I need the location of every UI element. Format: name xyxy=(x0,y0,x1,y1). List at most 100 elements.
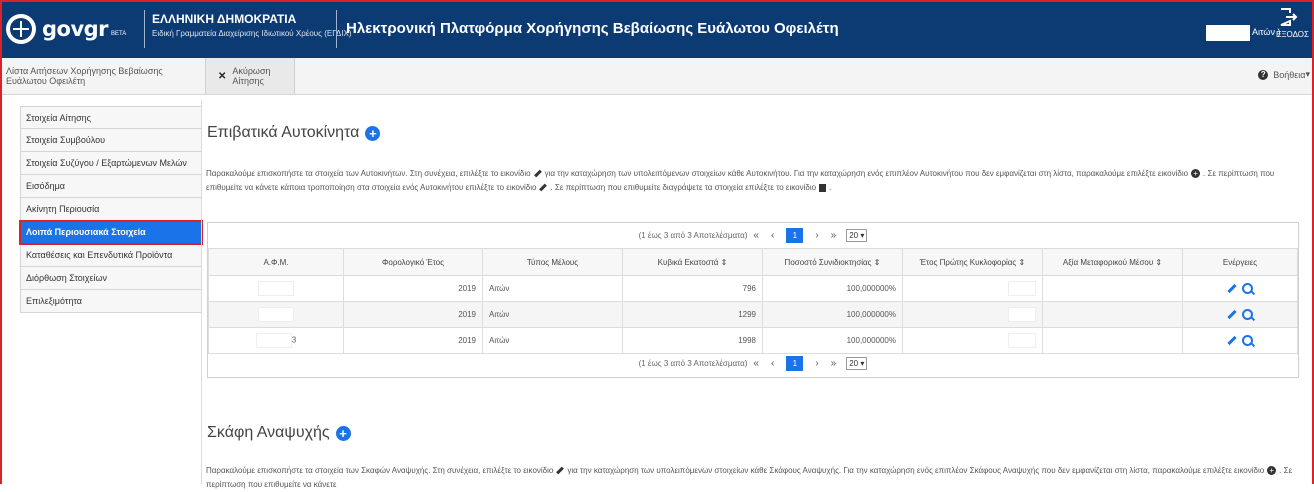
prev-page-button[interactable]: ‹ xyxy=(771,358,774,369)
per-page-value: 20 xyxy=(849,231,859,240)
cc-cell: 1998 xyxy=(622,327,763,354)
desc-text: για την καταχώρηση των υπολειπόμενων στο… xyxy=(544,169,1189,178)
redacted-value xyxy=(258,307,294,322)
desc-text: Παρακαλούμε επισκοπήστε τα στοιχεία των … xyxy=(206,466,554,475)
column-header: Ενέργειες xyxy=(1182,248,1298,276)
first-page-button[interactable]: « xyxy=(753,230,759,241)
value-cell xyxy=(1042,301,1183,328)
next-page-button[interactable]: › xyxy=(815,358,818,369)
edit-icon[interactable] xyxy=(1227,335,1237,346)
cars-description: Παρακαλούμε επισκοπήστε τα στοιχεία των … xyxy=(206,167,1306,195)
content-divider xyxy=(201,100,202,484)
member-cell: Αιτών xyxy=(482,327,623,354)
tab-cancel-application[interactable]: ✕ Ακύρωση Αίτησης xyxy=(205,58,295,94)
cc-cell: 1299 xyxy=(622,301,763,328)
govgr-logo[interactable]: govgr BETA xyxy=(6,10,126,48)
sidebar-item-spouse[interactable]: Στοιχεία Συζύγου / Εξαρτώμενων Μελών xyxy=(20,152,202,175)
cars-grid: Α.Φ.Μ. Φορολογικό Έτος Τύπος Μέλους Κυβι… xyxy=(208,248,1298,354)
sidebar-item-eligibility[interactable]: Επιλεξιμότητα xyxy=(20,290,202,313)
pager-text: (1 έως 3 από 3 Αποτελέσματα) xyxy=(638,231,748,240)
prev-page-button[interactable]: ‹ xyxy=(771,230,774,241)
last-page-button[interactable]: » xyxy=(831,230,837,241)
per-page-select[interactable]: 20 ▾ xyxy=(846,357,868,370)
redacted-value xyxy=(255,333,292,348)
column-header[interactable]: Κυβικά Εκατοστά ⇕ xyxy=(622,248,763,276)
user-name-redacted xyxy=(1206,25,1250,41)
close-icon[interactable]: ✕ xyxy=(218,71,226,82)
add-car-icon[interactable]: + xyxy=(365,125,381,141)
sidebar-item-income[interactable]: Εισόδημα xyxy=(20,175,202,198)
pager-text: (1 έως 3 από 3 Αποτελέσματα) xyxy=(638,359,748,368)
column-header[interactable]: Έτος Πρώτης Κυκλοφορίας ⇕ xyxy=(902,248,1043,276)
search-icon[interactable] xyxy=(1242,309,1253,320)
pencil-icon xyxy=(533,170,542,178)
afm-value: 3 xyxy=(291,335,297,345)
column-header: Α.Φ.Μ. xyxy=(208,248,344,276)
caret-down-icon: ▾ xyxy=(1305,69,1310,79)
desc-text: . Σε περίπτωση που επιθυμείτε διαγράψετε… xyxy=(550,183,817,192)
share-cell: 100,000000% xyxy=(762,275,903,302)
member-cell: Αιτών xyxy=(482,275,623,302)
redacted-value xyxy=(1008,307,1036,322)
last-page-button[interactable]: » xyxy=(831,358,837,369)
exit-label[interactable]: ΕΞΟΔΟΣ xyxy=(1276,30,1309,39)
plus-icon: + xyxy=(1191,169,1201,179)
edit-icon[interactable] xyxy=(1227,283,1237,294)
help-label: Βοήθεια xyxy=(1273,69,1306,80)
first-page-button[interactable]: « xyxy=(753,358,759,369)
help-menu[interactable]: ? Βοήθεια ▾ xyxy=(1258,69,1310,80)
share-cell: 100,000000% xyxy=(762,327,903,354)
edit-icon[interactable] xyxy=(1227,309,1237,320)
column-header[interactable]: Ποσοστό Συνιδιοκτησίας ⇕ xyxy=(762,248,903,276)
desc-text: Παρακαλούμε επισκοπήστε τα στοιχεία των … xyxy=(206,169,531,178)
table-row: 2019 Αιτών 796 100,000000% xyxy=(208,275,1298,302)
cars-section-title: Επιβατικά Αυτοκίνητα + xyxy=(207,124,381,142)
sidebar-item-real-estate[interactable]: Ακίνητη Περιουσία xyxy=(20,198,202,221)
sidebar-item-advisor[interactable]: Στοιχεία Συμβούλου xyxy=(20,129,202,152)
column-header[interactable]: Αξία Μεταφορικού Μέσου ⇕ xyxy=(1042,248,1183,276)
per-page-select[interactable]: 20 ▾ xyxy=(846,229,868,242)
search-icon[interactable] xyxy=(1242,283,1253,294)
republic-block: ΕΛΛΗΝΙΚΗ ΔΗΜΟΚΡΑΤΙΑ Ειδική Γραμματεία Δι… xyxy=(152,12,352,38)
page-button[interactable]: 1 xyxy=(786,228,804,243)
first-year-cell xyxy=(902,275,1043,302)
search-icon[interactable] xyxy=(1242,335,1253,346)
afm-cell xyxy=(208,275,344,302)
per-page-value: 20 xyxy=(849,359,859,368)
table-row: 2019 Αιτών 1299 100,000000% xyxy=(208,301,1298,328)
table-row: 3 2019 Αιτών 1998 100,000000% xyxy=(208,327,1298,354)
sidebar: Στοιχεία Αίτησης Στοιχεία Συμβούλου Στοι… xyxy=(19,106,203,313)
next-page-button[interactable]: › xyxy=(815,230,818,241)
republic-title: ΕΛΛΗΝΙΚΗ ΔΗΜΟΚΡΑΤΙΑ xyxy=(152,12,297,26)
sidebar-item-corrections[interactable]: Διόρθωση Στοιχείων xyxy=(20,267,202,290)
logo-text: govgr xyxy=(42,17,109,41)
trash-icon xyxy=(819,183,827,192)
sidebar-item-application[interactable]: Στοιχεία Αίτησης xyxy=(20,106,202,129)
sidebar-item-deposits[interactable]: Καταθέσεις και Επενδυτικά Προϊόντα xyxy=(20,244,202,267)
share-cell: 100,000000% xyxy=(762,301,903,328)
help-icon: ? xyxy=(1258,69,1269,80)
column-header[interactable]: Φορολογικό Έτος xyxy=(343,248,483,276)
top-header: govgr BETA ΕΛΛΗΝΙΚΗ ΔΗΜΟΚΡΑΤΙΑ Ειδική Γρ… xyxy=(0,0,1314,58)
tabs-bar: Λίστα Αιτήσεων Χορήγησης Βεβαίωσης Ευάλω… xyxy=(0,58,1314,95)
column-header[interactable]: Τύπος Μέλους xyxy=(482,248,623,276)
desc-text: για την καταχώρηση των υπολειπόμενων στο… xyxy=(567,466,1265,475)
cc-cell: 796 xyxy=(622,275,763,302)
exit-icon[interactable] xyxy=(1278,7,1298,27)
cars-title: Επιβατικά Αυτοκίνητα xyxy=(207,124,360,141)
plus-icon: + xyxy=(1267,466,1277,476)
header-divider xyxy=(336,10,337,48)
boats-section-title: Σκάφη Αναψυχής + xyxy=(207,424,351,442)
tab-applications-list[interactable]: Λίστα Αιτήσεων Χορήγησης Βεβαίωσης Ευάλω… xyxy=(0,58,205,94)
sidebar-item-other-assets[interactable]: Λοιπά Περιουσιακά Στοιχεία xyxy=(19,220,203,245)
cars-table: (1 έως 3 από 3 Αποτελέσματα) « ‹ 1 › » 2… xyxy=(207,222,1299,378)
pencil-icon xyxy=(556,467,565,475)
header-divider xyxy=(144,10,145,48)
pencil-icon xyxy=(539,184,548,192)
boats-title: Σκάφη Αναψυχής xyxy=(207,424,330,441)
tab-label: Ακύρωση Αίτησης xyxy=(232,66,271,86)
page-button[interactable]: 1 xyxy=(786,356,804,371)
year-cell: 2019 xyxy=(343,301,483,328)
add-boat-icon[interactable]: + xyxy=(335,425,351,441)
emblem-icon xyxy=(6,14,36,44)
